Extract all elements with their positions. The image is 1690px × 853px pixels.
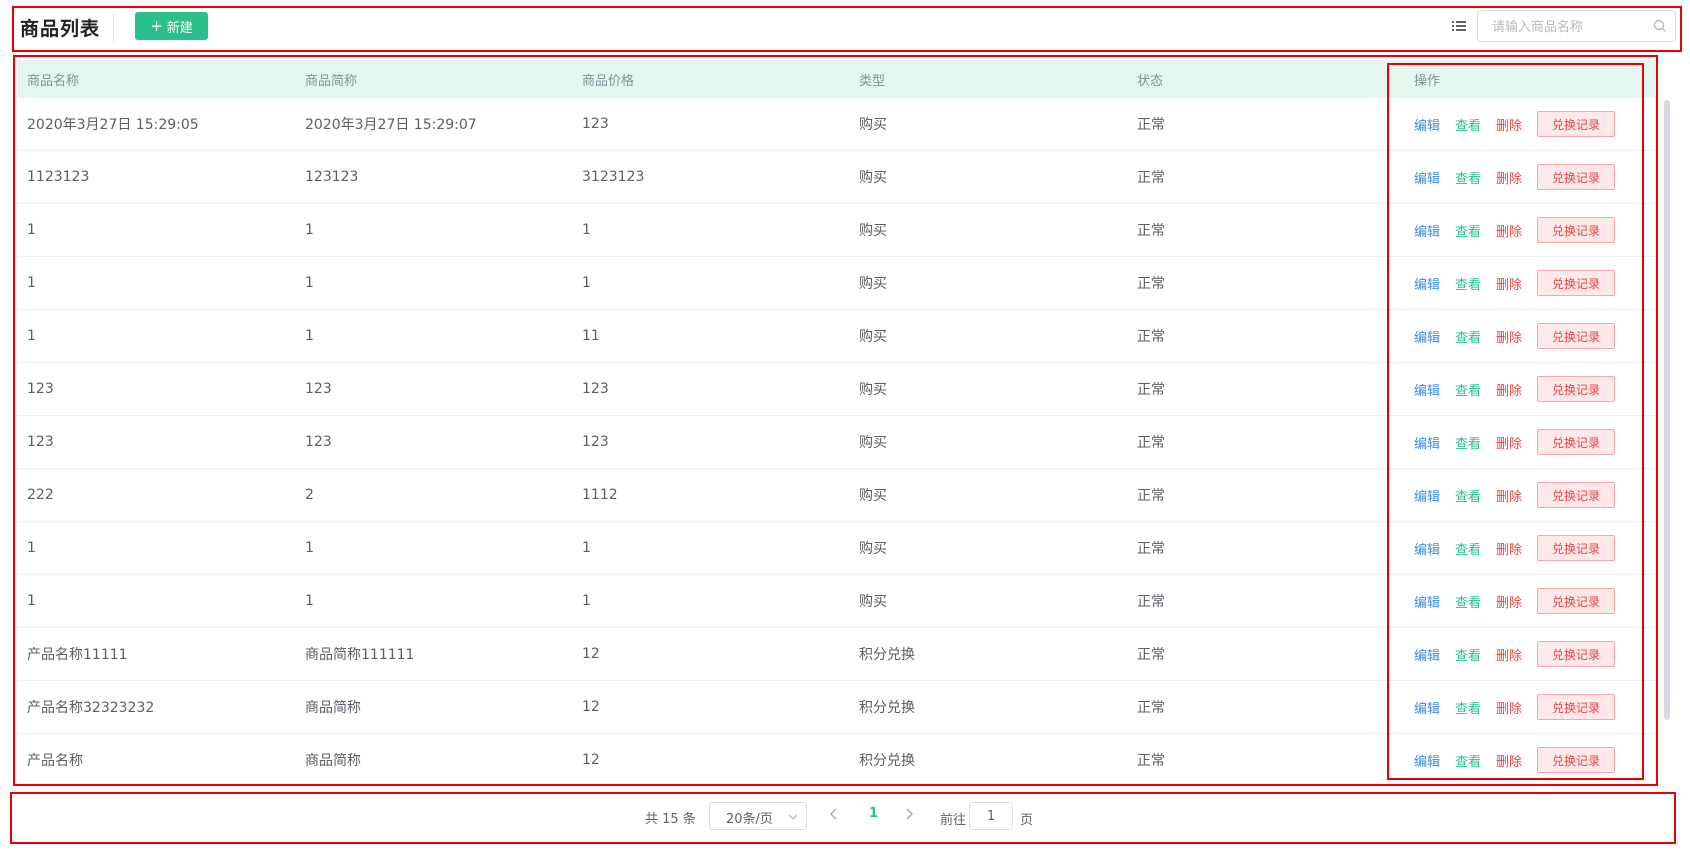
annotation-box-pagination	[10, 792, 1676, 844]
annotation-box-header	[12, 6, 1682, 52]
scrollbar-thumb[interactable]	[1664, 100, 1670, 720]
annotation-box-actions	[1387, 63, 1644, 780]
